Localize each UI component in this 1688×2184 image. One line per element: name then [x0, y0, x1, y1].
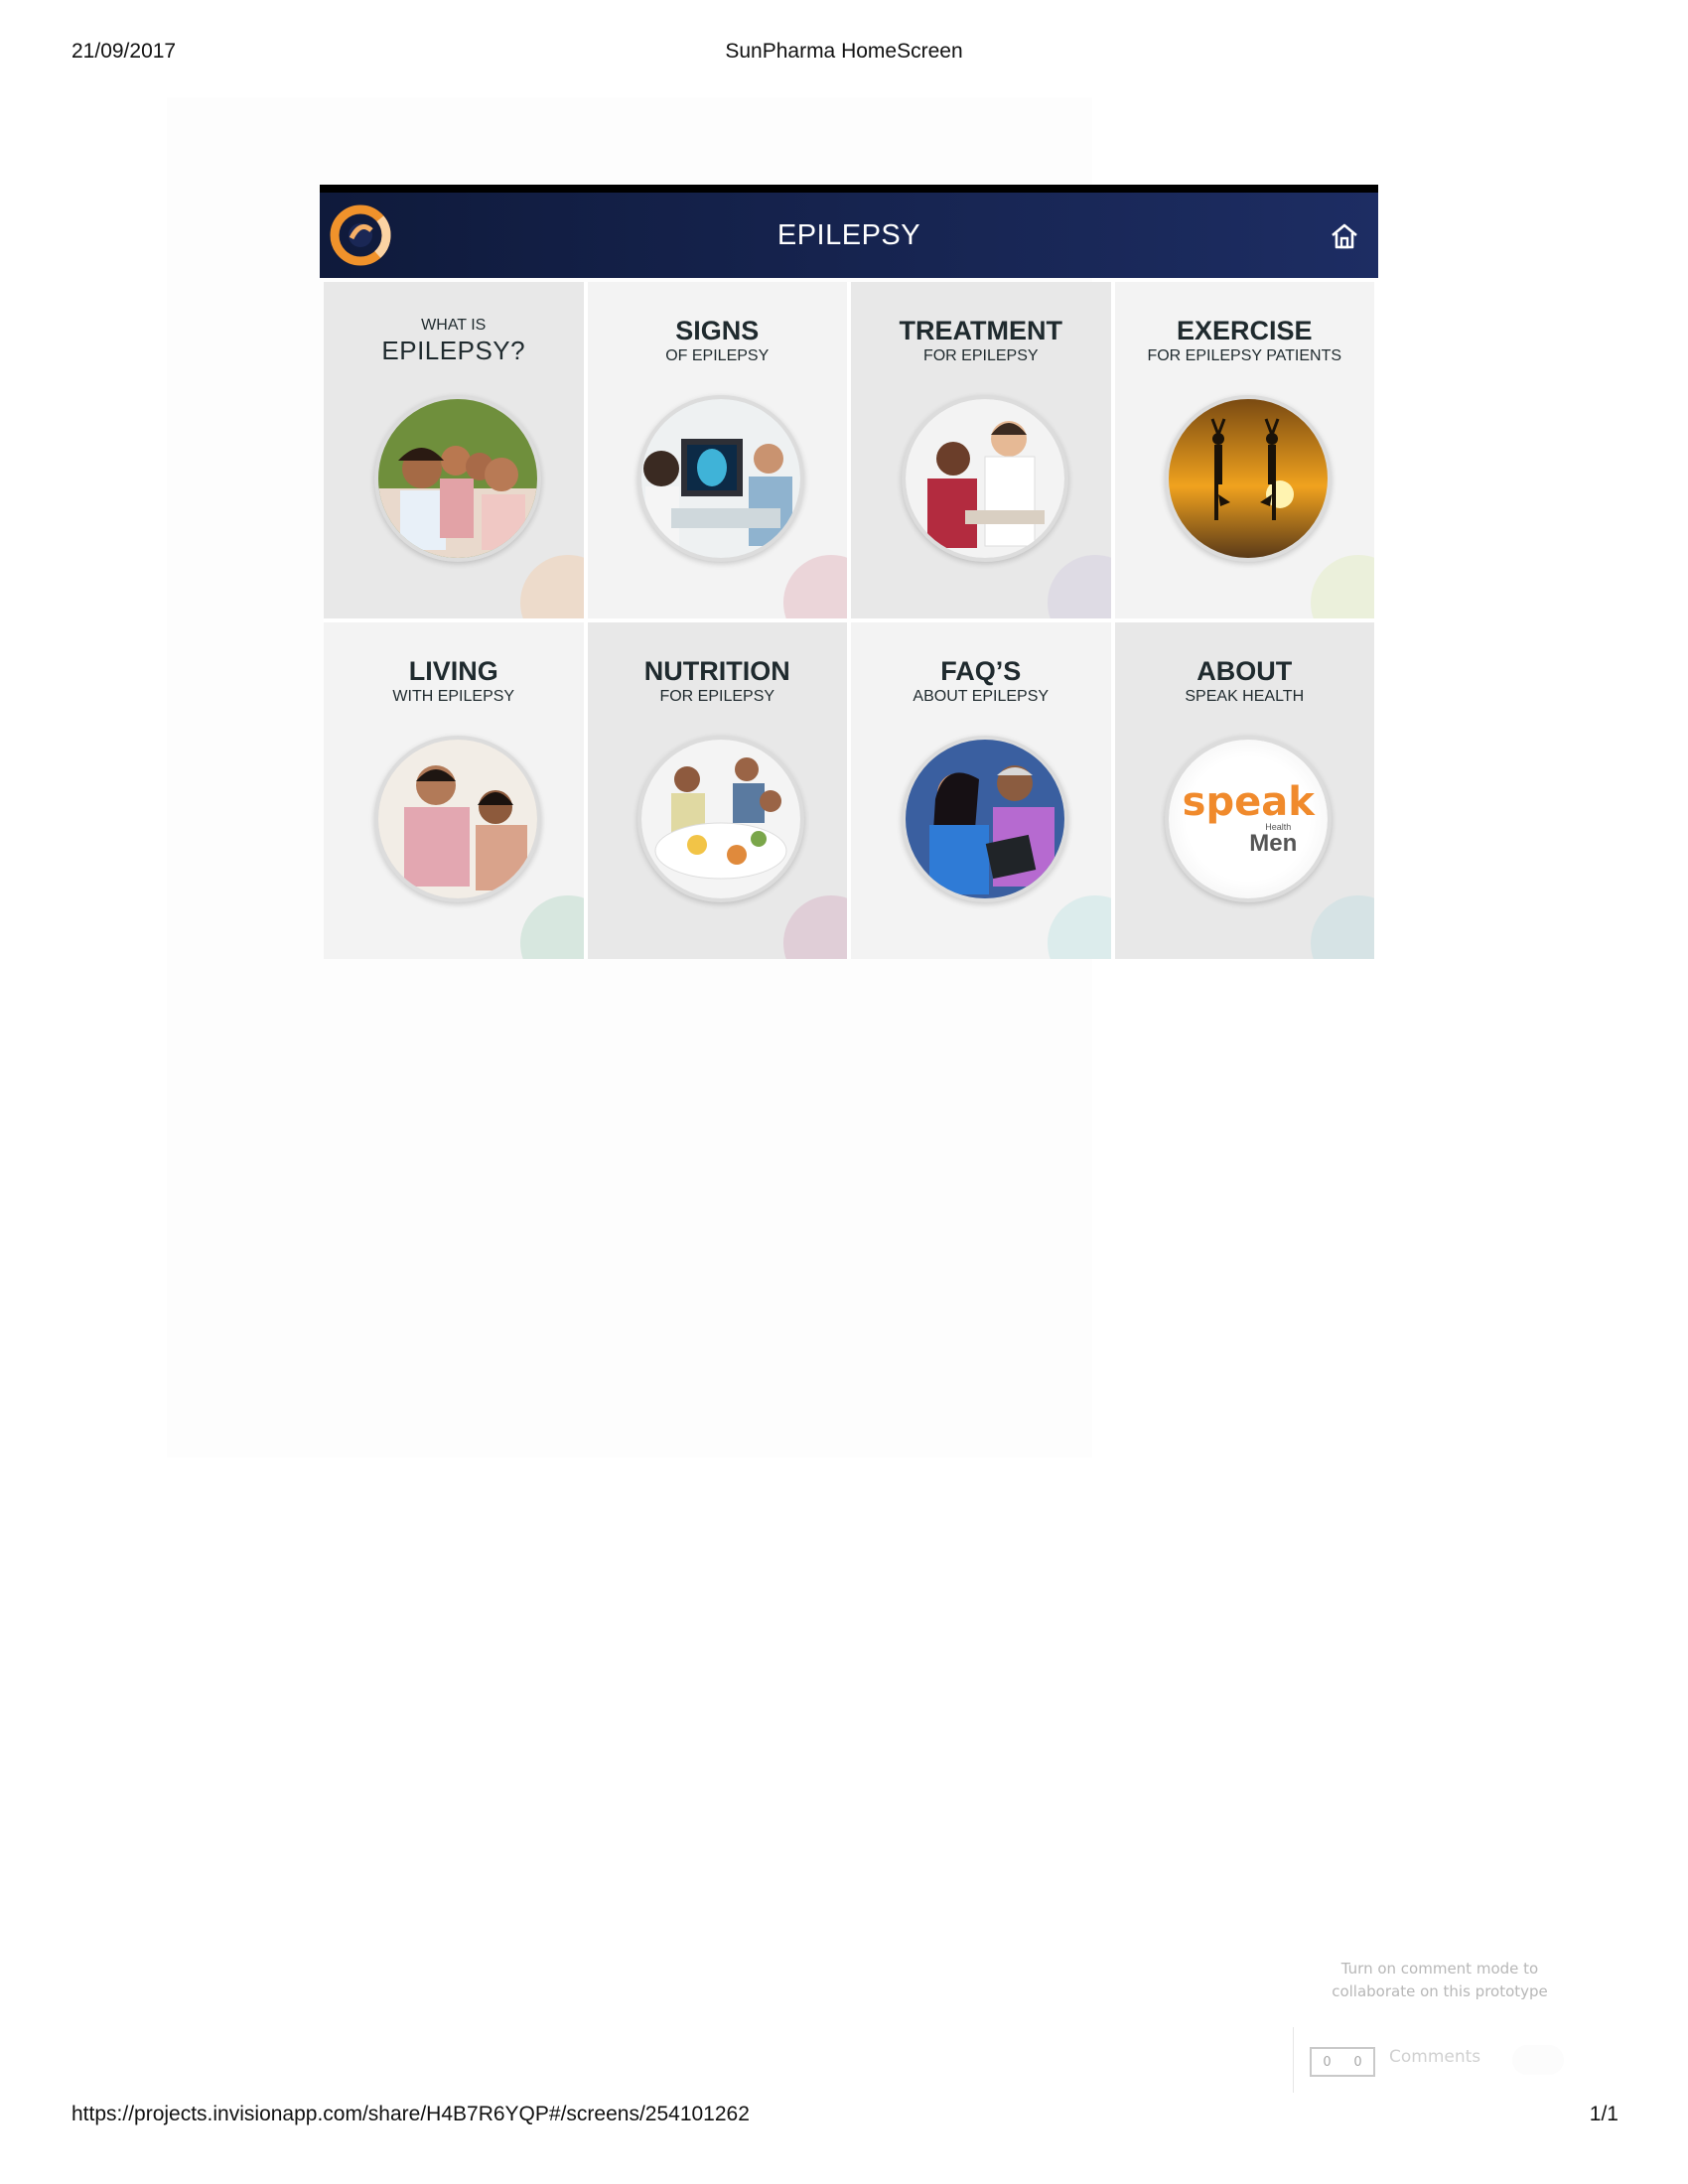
- tile-living[interactable]: LIVING WITH EPILEPSY: [324, 622, 584, 959]
- comment-hint-line: Turn on comment mode to: [1340, 1960, 1539, 1978]
- comment-counter: 0 0: [1310, 2047, 1375, 2077]
- tile-signs[interactable]: SIGNS OF EPILEPSY: [587, 282, 847, 618]
- speak-logo-word: speak: [1182, 779, 1315, 825]
- tile-subtitle: WITH EPILEPSY: [392, 688, 515, 705]
- comment-mode-hint: Turn on comment mode to collaborate on t…: [1311, 1958, 1569, 2003]
- comment-count: 0: [1353, 2054, 1362, 2070]
- tile-accent: [1047, 895, 1111, 959]
- comment-bar: 0 0 Comments: [1293, 2027, 1592, 2093]
- tile-faqs[interactable]: FAQ’S ABOUT EPILEPSY: [851, 622, 1111, 959]
- tile-title: ABOUT: [1196, 656, 1293, 686]
- tile-title: TREATMENT: [899, 316, 1062, 345]
- tile-accent: [783, 895, 847, 959]
- family-dinner-photo: [637, 736, 805, 902]
- sunpharma-logo-icon[interactable]: [330, 205, 391, 266]
- tile-subtitle: OF EPILEPSY: [665, 347, 770, 364]
- app-screen: EPILEPSY WHAT IS EPILEPSY? SIGNS OF EPIL…: [320, 185, 1378, 959]
- tablet-reading-photo: [901, 736, 1068, 902]
- comments-button[interactable]: Comments: [1389, 2047, 1480, 2067]
- tile-what-is-epilepsy[interactable]: WHAT IS EPILEPSY?: [324, 282, 584, 618]
- tile-treatment[interactable]: TREATMENT FOR EPILEPSY: [851, 282, 1111, 618]
- tile-subtitle: FOR EPILEPSY PATIENTS: [1147, 347, 1342, 364]
- tile-subtitle: ABOUT EPILEPSY: [913, 688, 1050, 705]
- tile-accent: [783, 555, 847, 618]
- tile-about[interactable]: ABOUT SPEAK HEALTH speak Health Men: [1114, 622, 1374, 959]
- tile-nutrition[interactable]: NUTRITION FOR EPILEPSY: [587, 622, 847, 959]
- print-title: SunPharma HomeScreen: [725, 40, 963, 63]
- comment-mode-toggle[interactable]: [1512, 2045, 1564, 2075]
- tile-title: SIGNS: [675, 316, 760, 345]
- yoga-sunset-photo: [1165, 395, 1333, 562]
- tile-accent: [519, 895, 584, 959]
- print-url: https://projects.invisionapp.com/share/H…: [71, 2103, 750, 2125]
- status-bar-strip: [320, 185, 1378, 193]
- couple-photo: [373, 736, 541, 902]
- app-header: EPILEPSY: [320, 193, 1378, 278]
- tile-subtitle: FOR EPILEPSY: [659, 688, 775, 705]
- home-icon[interactable]: [1329, 220, 1360, 252]
- tile-title: NUTRITION: [643, 656, 790, 686]
- speak-logo-men: Men: [1249, 830, 1298, 857]
- tile-title: EXERCISE: [1176, 316, 1313, 345]
- tile-subtitle: SPEAK HEALTH: [1185, 688, 1305, 705]
- print-page-number: 1/1: [1589, 2103, 1618, 2125]
- speak-health-logo-mark: speak Health Men: [1169, 740, 1329, 898]
- tile-pretitle: WHAT IS: [421, 317, 487, 334]
- tile-title: LIVING: [408, 656, 498, 686]
- doctor-consultation-photo: [901, 395, 1068, 562]
- comment-count: 0: [1323, 2054, 1332, 2070]
- tile-accent: [519, 555, 584, 618]
- brain-scan-photo: [637, 395, 805, 562]
- tile-accent: [1047, 555, 1111, 618]
- menu-grid: WHAT IS EPILEPSY? SIGNS OF EPILEPSY TREA…: [324, 282, 1374, 959]
- tile-subtitle: FOR EPILEPSY: [922, 347, 1039, 364]
- page-title: EPILEPSY: [776, 218, 921, 251]
- comment-hint-line: collaborate on this prototype: [1332, 1982, 1548, 2000]
- tile-title: EPILEPSY?: [381, 336, 526, 365]
- tile-exercise[interactable]: EXERCISE FOR EPILEPSY PATIENTS: [1114, 282, 1374, 618]
- tile-title: FAQ’S: [940, 656, 1022, 686]
- speak-health-logo: speak Health Men: [1165, 736, 1333, 902]
- family-photo: [373, 395, 541, 562]
- tile-accent: [1311, 895, 1374, 959]
- tile-accent: [1311, 555, 1374, 618]
